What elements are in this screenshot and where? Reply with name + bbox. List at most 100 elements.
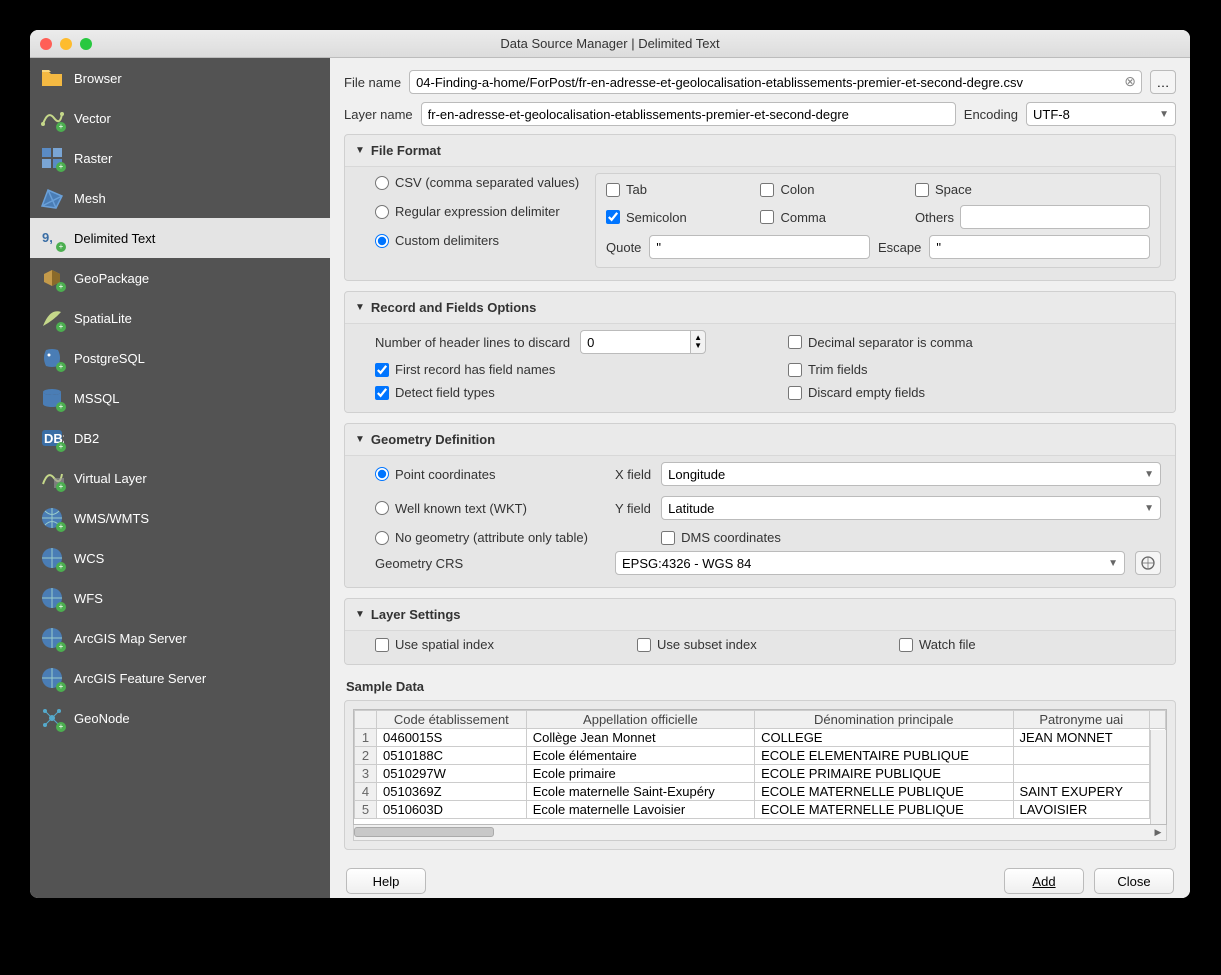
check-semicolon[interactable]: Semicolon (606, 205, 740, 229)
crs-select[interactable]: EPSG:4326 - WGS 84▼ (615, 551, 1125, 575)
check-decimal-comma[interactable]: Decimal separator is comma (788, 330, 1161, 354)
globe-icon (40, 666, 64, 690)
sidebar-item-wms[interactable]: WMS/WMTS (30, 498, 330, 538)
vertical-scrollbar[interactable] (1150, 730, 1166, 824)
check-trim[interactable]: Trim fields (788, 362, 1161, 377)
postgresql-icon (40, 346, 64, 370)
sidebar-item-wfs[interactable]: WFS (30, 578, 330, 618)
check-discard-empty[interactable]: Discard empty fields (788, 385, 1161, 400)
sidebar-item-postgresql[interactable]: PostgreSQL (30, 338, 330, 378)
sidebar-item-vector[interactable]: Vector (30, 98, 330, 138)
escape-label: Escape (878, 240, 921, 255)
sidebar-item-spatialite[interactable]: SpatiaLite (30, 298, 330, 338)
chevron-down-icon: ▼ (1144, 503, 1154, 514)
svg-text:9,: 9, (42, 230, 53, 245)
sidebar-item-raster[interactable]: Raster (30, 138, 330, 178)
check-watch-file[interactable]: Watch file (899, 637, 1161, 652)
sidebar-item-label: Vector (74, 111, 111, 126)
radio-custom[interactable]: Custom delimiters (375, 233, 585, 248)
sidebar-item-geonode[interactable]: GeoNode (30, 698, 330, 738)
vector-icon (40, 106, 64, 130)
yfield-select[interactable]: Latitude▼ (661, 496, 1161, 520)
folder-icon (40, 66, 64, 90)
file-format-header[interactable]: ▼File Format (345, 135, 1175, 166)
quote-label: Quote (606, 240, 641, 255)
sidebar-item-geopackage[interactable]: GeoPackage (30, 258, 330, 298)
file-name-label: File name (344, 75, 401, 90)
sidebar-item-wcs[interactable]: WCS (30, 538, 330, 578)
sidebar-item-browser[interactable]: Browser (30, 58, 330, 98)
spinner-arrows-icon[interactable]: ▲▼ (690, 330, 706, 354)
radio-csv[interactable]: CSV (comma separated values) (375, 175, 585, 190)
radio-no-geometry[interactable]: No geometry (attribute only table) (375, 530, 605, 545)
check-comma[interactable]: Comma (760, 205, 895, 229)
geometry-group: ▼Geometry Definition Point coordinates X… (344, 423, 1176, 588)
sidebar-item-label: ArcGIS Feature Server (74, 671, 206, 686)
globe-icon (40, 546, 64, 570)
sidebar-item-label: Raster (74, 151, 112, 166)
horizontal-scrollbar[interactable]: ◀ ▶ (353, 825, 1167, 841)
sidebar-item-db2[interactable]: DB2 DB2 (30, 418, 330, 458)
triangle-down-icon: ▼ (355, 145, 365, 156)
sidebar-item-delimited-text[interactable]: 9, Delimited Text (30, 218, 330, 258)
xfield-select[interactable]: Longitude▼ (661, 462, 1161, 486)
check-subset-index[interactable]: Use subset index (637, 637, 899, 652)
layer-name-label: Layer name (344, 107, 413, 122)
sidebar-item-label: GeoNode (74, 711, 130, 726)
quote-input[interactable] (649, 235, 870, 259)
xfield-label: X field (615, 467, 651, 482)
titlebar[interactable]: Data Source Manager | Delimited Text (30, 30, 1190, 58)
check-space[interactable]: Space (915, 182, 1150, 197)
delimited-text-icon: 9, (40, 226, 64, 250)
browse-file-button[interactable]: … (1150, 70, 1176, 94)
file-name-input[interactable] (409, 70, 1142, 94)
others-label: Others (915, 210, 954, 225)
encoding-label: Encoding (964, 107, 1018, 122)
globe-icon (40, 506, 64, 530)
close-button[interactable]: Close (1094, 868, 1174, 894)
scroll-right-icon[interactable]: ▶ (1150, 825, 1166, 839)
help-button[interactable]: Help (346, 868, 426, 894)
radio-wkt[interactable]: Well known text (WKT) (375, 501, 605, 516)
layer-settings-header[interactable]: ▼Layer Settings (345, 599, 1175, 630)
clear-file-icon[interactable]: ⊗ (1124, 73, 1136, 90)
sample-data-table[interactable]: Code établissementAppellation officielle… (353, 709, 1167, 825)
crs-picker-button[interactable] (1135, 551, 1161, 575)
chevron-down-icon: ▼ (1108, 558, 1118, 569)
sample-data-panel: Code établissementAppellation officielle… (344, 700, 1176, 850)
crs-label: Geometry CRS (375, 556, 605, 571)
raster-icon (40, 146, 64, 170)
geometry-header[interactable]: ▼Geometry Definition (345, 424, 1175, 455)
others-input[interactable] (960, 205, 1150, 229)
records-header[interactable]: ▼Record and Fields Options (345, 292, 1175, 323)
chevron-down-icon: ▼ (1144, 469, 1154, 480)
sidebar-item-arcgis-feature[interactable]: ArcGIS Feature Server (30, 658, 330, 698)
sidebar-item-label: Mesh (74, 191, 106, 206)
sidebar-item-label: WCS (74, 551, 104, 566)
check-detect-types[interactable]: Detect field types (375, 385, 748, 400)
sidebar-item-mssql[interactable]: MSSQL (30, 378, 330, 418)
check-spatial-index[interactable]: Use spatial index (375, 637, 637, 652)
records-group: ▼Record and Fields Options Number of hea… (344, 291, 1176, 413)
check-dms[interactable]: DMS coordinates (661, 530, 1161, 545)
encoding-select[interactable]: UTF-8▼ (1026, 102, 1176, 126)
dialog-window: Data Source Manager | Delimited Text Bro… (30, 30, 1190, 898)
header-lines-spinner[interactable]: ▲▼ (580, 330, 706, 354)
check-tab[interactable]: Tab (606, 182, 740, 197)
sidebar-item-mesh[interactable]: Mesh (30, 178, 330, 218)
sidebar-item-arcgis-map[interactable]: ArcGIS Map Server (30, 618, 330, 658)
scroll-thumb[interactable] (354, 827, 494, 837)
sidebar-item-label: PostgreSQL (74, 351, 145, 366)
escape-input[interactable] (929, 235, 1150, 259)
globe-icon (40, 586, 64, 610)
check-colon[interactable]: Colon (760, 182, 895, 197)
layer-settings-group: ▼Layer Settings Use spatial index Use su… (344, 598, 1176, 665)
check-first-names[interactable]: First record has field names (375, 362, 748, 377)
radio-point-coords[interactable]: Point coordinates (375, 467, 605, 482)
sidebar-item-virtual-layer[interactable]: Virtual Layer (30, 458, 330, 498)
radio-regex[interactable]: Regular expression delimiter (375, 204, 585, 219)
triangle-down-icon: ▼ (355, 609, 365, 620)
add-button[interactable]: Add (1004, 868, 1084, 894)
main-panel: File name ⊗ … Layer name Encoding UTF-8▼… (330, 58, 1190, 898)
layer-name-input[interactable] (421, 102, 956, 126)
